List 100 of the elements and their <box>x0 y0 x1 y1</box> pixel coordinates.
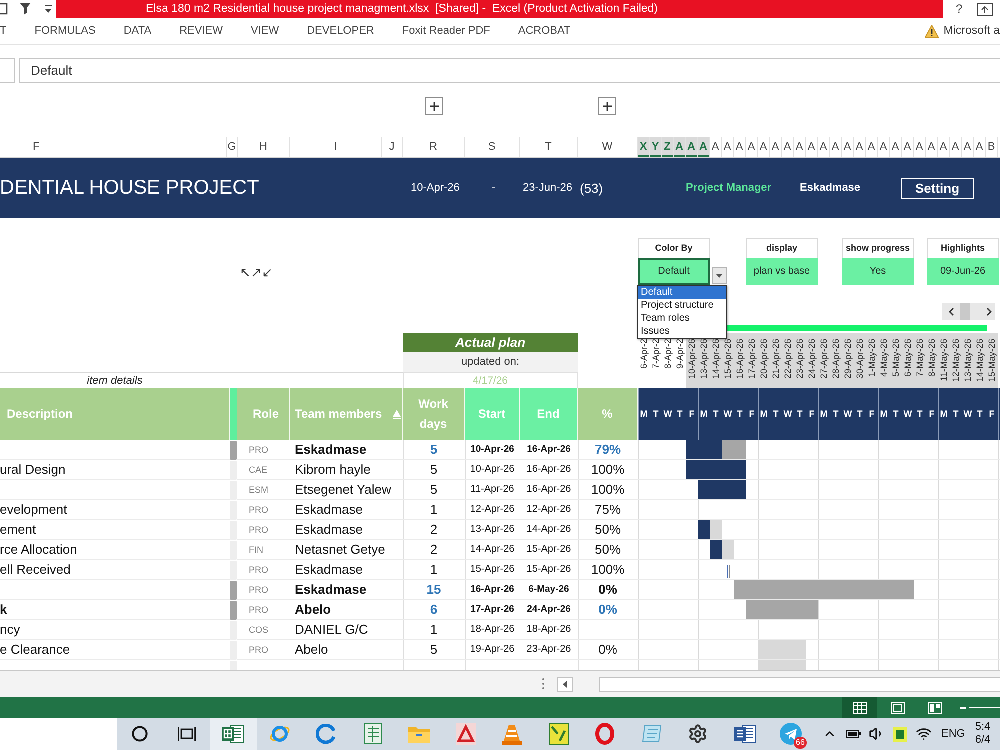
weekday-label: M <box>879 409 889 419</box>
control-value[interactable]: Default <box>638 258 710 285</box>
column-header[interactable]: A <box>770 137 782 157</box>
filter-icon[interactable] <box>20 3 31 15</box>
project-title: DENTIAL HOUSE PROJECT <box>0 176 260 200</box>
column-header[interactable]: A <box>866 137 878 157</box>
battery-icon[interactable] <box>846 729 860 739</box>
weekday-label: F <box>808 409 816 419</box>
view-button[interactable] <box>842 697 877 718</box>
page-layout-icon <box>890 702 904 714</box>
ribbon-tab[interactable]: REVIEW <box>180 25 223 37</box>
taskbar-button[interactable] <box>210 718 256 750</box>
column-header[interactable]: A <box>746 137 758 157</box>
language-indicator[interactable]: ENG <box>942 728 966 740</box>
role-code: FIN <box>249 544 264 554</box>
column-header[interactable]: Z <box>662 137 674 157</box>
column-header[interactable]: A <box>974 137 986 157</box>
column-header[interactable]: A <box>758 137 770 157</box>
member-name: Kibrom hayle <box>295 462 371 477</box>
column-header[interactable]: A <box>938 137 950 157</box>
setting-button[interactable]: Setting <box>901 178 974 198</box>
column-header[interactable]: A <box>674 137 686 157</box>
member-name: Abelo <box>295 642 328 657</box>
column-header[interactable]: A <box>710 137 722 157</box>
ribbon-tab[interactable]: T <box>0 25 7 37</box>
member-name: Eskadmase <box>295 582 367 597</box>
scroll-thumb[interactable] <box>960 303 970 320</box>
orbit-ring-icon <box>268 723 291 745</box>
end-date: 23-Apr-26 <box>526 644 572 655</box>
column-header[interactable]: A <box>890 137 902 157</box>
restore-icon[interactable] <box>976 2 993 16</box>
customize-caret-icon[interactable] <box>45 4 52 14</box>
expand-button[interactable] <box>598 97 616 115</box>
dropdown-option[interactable]: Default <box>638 286 726 299</box>
dropdown-button[interactable] <box>712 267 727 284</box>
column-header[interactable]: A <box>794 137 806 157</box>
control-value[interactable]: plan vs base <box>746 258 818 285</box>
weekday-label: W <box>962 409 974 419</box>
column-header[interactable]: A <box>926 137 938 157</box>
column-header[interactable]: A <box>914 137 926 157</box>
column-header[interactable]: A <box>782 137 794 157</box>
column-header[interactable]: A <box>950 137 962 157</box>
wifi-icon[interactable] <box>916 726 932 742</box>
column-header[interactable]: A <box>698 137 710 157</box>
column-header[interactable]: A <box>818 137 830 157</box>
notepad-icon <box>640 724 663 744</box>
dropdown-option[interactable]: Team roles <box>638 312 726 325</box>
column-header[interactable]: A <box>902 137 914 157</box>
control-value[interactable]: Yes <box>842 258 914 285</box>
column-header[interactable]: A <box>686 137 698 157</box>
column-header[interactable]: A <box>854 137 866 157</box>
role-code: PRO <box>249 524 269 534</box>
horizontal-scrollbar[interactable] <box>599 676 1000 692</box>
splitter-grip-icon[interactable] <box>542 678 545 690</box>
app-tray-icon[interactable] <box>892 726 906 742</box>
column-header[interactable]: A <box>734 137 746 157</box>
ribbon-tab[interactable]: DATA <box>124 25 152 37</box>
weekday-label: T <box>952 409 960 419</box>
column-header[interactable]: X <box>638 137 650 157</box>
end-date: 15-Apr-26 <box>526 564 572 575</box>
dropdown-option[interactable]: Issues <box>638 325 726 338</box>
column-header[interactable]: B <box>986 137 998 157</box>
expand-button[interactable] <box>425 97 443 115</box>
help-button[interactable]: ? <box>956 2 963 16</box>
clock-time: 5:4 <box>975 721 991 734</box>
role-code: PRO <box>249 444 269 454</box>
column-header[interactable]: Y <box>650 137 662 157</box>
folder-icon <box>408 725 430 743</box>
percent-complete: 100% <box>591 482 625 497</box>
ribbon-tab[interactable]: Foxit Reader PDF <box>402 25 490 37</box>
chevron-left-icon[interactable] <box>949 308 954 316</box>
percent-complete: 79% <box>594 442 622 457</box>
work-days: 2 <box>430 542 438 557</box>
column-header[interactable]: A <box>830 137 842 157</box>
column-header[interactable]: A <box>806 137 818 157</box>
header-strip <box>230 388 237 440</box>
date-label: 30-Apr-26 <box>854 339 866 380</box>
column-header[interactable]: G <box>227 137 238 157</box>
column-header[interactable]: A <box>842 137 854 157</box>
scroll-left-button[interactable] <box>557 676 573 692</box>
control-value[interactable]: 09-Jun-26 <box>927 258 999 285</box>
ribbon-tab[interactable]: ACROBAT <box>518 25 571 37</box>
weekday-label: T <box>772 409 780 419</box>
notification-badge: 66 <box>794 737 807 749</box>
date-label: 16-Apr-26 <box>734 339 746 380</box>
column-header[interactable]: A <box>878 137 890 157</box>
timeline-scroller[interactable] <box>942 303 995 320</box>
column-header[interactable]: A <box>722 137 734 157</box>
dropdown-option[interactable]: Project structure <box>638 299 726 312</box>
ribbon-tab[interactable]: VIEW <box>250 25 280 37</box>
chevron-right-icon[interactable] <box>987 308 992 316</box>
ribbon-tab[interactable]: DEVELOPER <box>307 25 374 37</box>
date-label: 12-May-26 <box>950 339 962 382</box>
taskbar-button[interactable]: 66 <box>768 718 814 750</box>
start-date: 18-Apr-26 <box>470 624 515 635</box>
formula-field[interactable]: Default <box>19 58 1000 83</box>
column-header[interactable]: A <box>962 137 974 157</box>
work-days: 1 <box>430 502 438 517</box>
task-name: k <box>0 602 8 617</box>
ribbon-tab[interactable]: FORMULAS <box>34 25 96 37</box>
